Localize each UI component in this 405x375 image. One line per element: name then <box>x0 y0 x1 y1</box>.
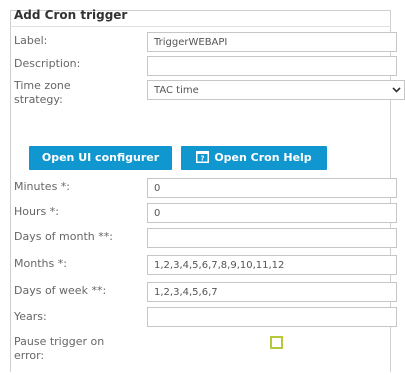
minutes-field-label: Minutes *: <box>14 180 71 193</box>
svg-text:?: ? <box>201 155 205 163</box>
months-field-label: Months *: <box>14 257 67 270</box>
hours-input[interactable]: 0 <box>147 203 397 223</box>
title-divider <box>10 26 391 27</box>
timezone-select[interactable]: TAC time <box>147 80 405 100</box>
pause-label-line1: Pause trigger on <box>14 335 105 348</box>
months-input[interactable]: 1,2,3,4,5,6,7,8,9,10,11,12 <box>147 255 397 275</box>
years-field-label: Years: <box>14 310 47 323</box>
description-input[interactable] <box>147 56 397 76</box>
form-title: Add Cron trigger <box>14 8 128 22</box>
days-of-week-field-label: Days of week **: <box>14 284 107 297</box>
pause-trigger-field-label: Pause trigger on error: <box>14 335 104 363</box>
minutes-input[interactable]: 0 <box>147 178 397 198</box>
hours-field-label: Hours *: <box>14 205 59 218</box>
days-of-week-input[interactable]: 1,2,3,4,5,6,7 <box>147 282 397 302</box>
days-of-month-input[interactable] <box>147 228 397 248</box>
timezone-selected-value: TAC time <box>154 85 199 96</box>
timezone-field-label: Time zone strategy: <box>14 79 71 107</box>
pause-trigger-checkbox[interactable] <box>270 336 283 349</box>
cron-help-label: Open Cron Help <box>214 151 312 164</box>
calendar-help-icon: ? <box>196 148 210 163</box>
timezone-label-line2: strategy: <box>14 93 63 106</box>
pause-label-line2: error: <box>14 349 45 362</box>
label-input[interactable]: TriggerWEBAPI <box>147 32 397 52</box>
timezone-label-line1: Time zone <box>14 79 71 92</box>
open-ui-configurer-button[interactable]: Open UI configurer <box>29 146 172 170</box>
years-input[interactable] <box>147 307 397 327</box>
chevron-down-icon[interactable] <box>388 81 404 99</box>
label-field-label: Label: <box>14 34 48 47</box>
description-field-label: Description: <box>14 57 81 70</box>
days-of-month-field-label: Days of month **: <box>14 230 113 243</box>
open-cron-help-button[interactable]: ? Open Cron Help <box>181 146 327 170</box>
